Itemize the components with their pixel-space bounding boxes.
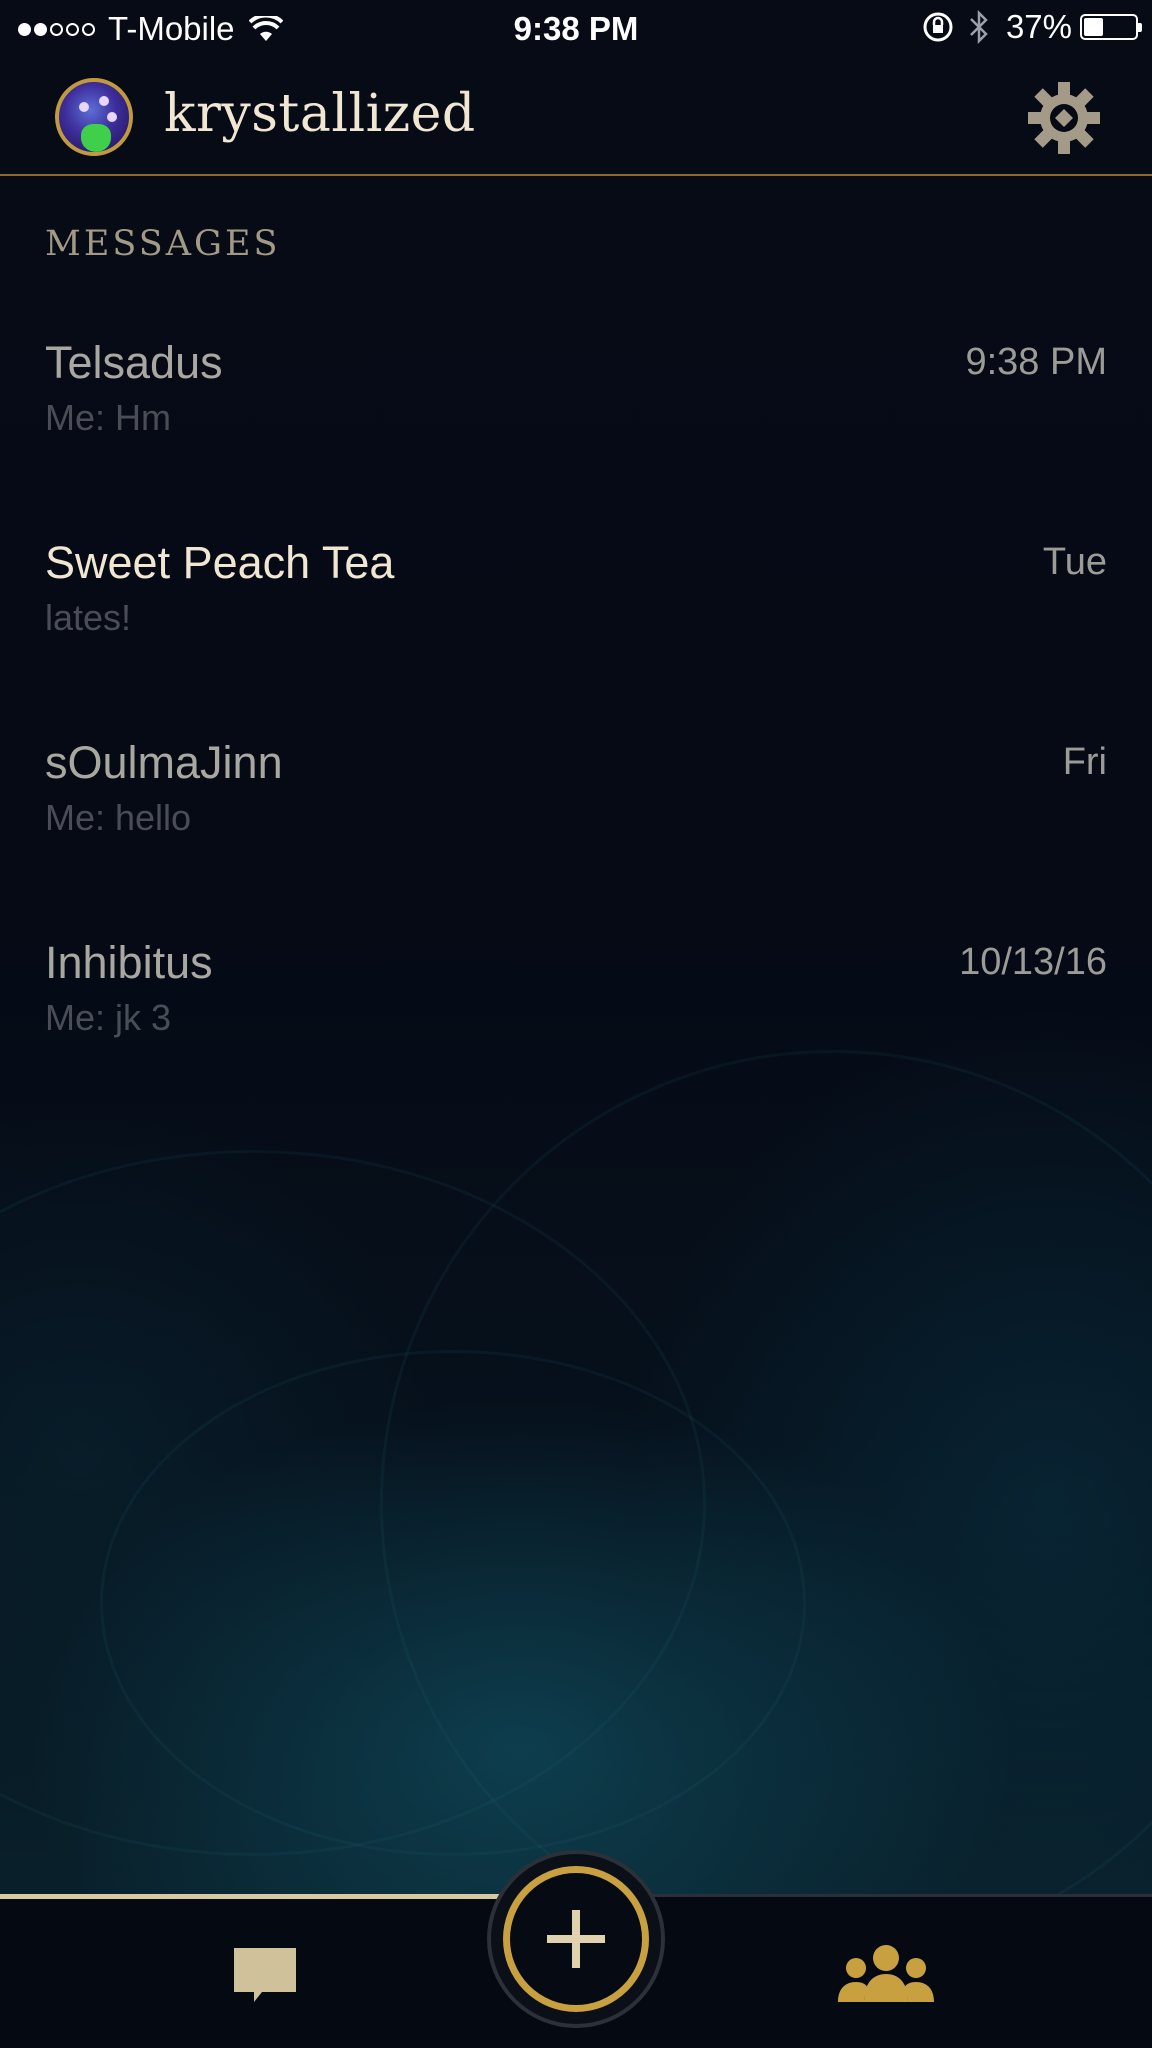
conversation-name: Sweet Peach Tea: [45, 537, 395, 588]
chat-icon[interactable]: [232, 1946, 298, 2004]
conversation-preview: Me: hello: [45, 797, 192, 838]
background-smoke: [0, 1150, 706, 1856]
conversation-item[interactable]: Inhibitus 10/13/16 Me: jk 3: [0, 937, 1152, 1127]
tab-divider: [652, 1894, 1152, 1897]
conversation-preview: lates!: [45, 597, 132, 638]
add-icon: [503, 1866, 649, 2012]
conversation-preview: Me: jk 3: [45, 997, 172, 1038]
background-smoke: [100, 1350, 806, 1856]
conversation-name: sOulmaJinn: [45, 737, 283, 788]
active-tab-indicator: [0, 1894, 500, 1899]
conversation-time: Tue: [1042, 541, 1107, 583]
friends-icon[interactable]: [836, 1944, 936, 2004]
conversation-item[interactable]: sOulmaJinn Fri Me: hello: [0, 737, 1152, 927]
battery-fill: [1084, 18, 1103, 36]
battery-percent: 37%: [1005, 8, 1072, 45]
new-message-button[interactable]: [487, 1850, 665, 2028]
app-header: krystallized: [0, 58, 1152, 176]
status-right: 37%: [922, 8, 1142, 46]
conversation-time: Fri: [1062, 741, 1107, 783]
conversation-name: Inhibitus: [45, 937, 213, 988]
conversation-name: Telsadus: [45, 337, 223, 388]
conversation-time: 10/13/16: [959, 941, 1107, 983]
battery-icon: [1080, 14, 1142, 40]
conversation-preview: Me: Hm: [45, 397, 171, 438]
conversation-item[interactable]: Telsadus 9:38 PM Me: Hm: [0, 337, 1152, 527]
status-bar: T-Mobile 9:38 PM 37%: [0, 0, 1152, 58]
bluetooth-icon: [970, 10, 988, 44]
conversation-time: 9:38 PM: [965, 341, 1107, 383]
orientation-lock-icon: [923, 12, 953, 42]
messages-section-title: MESSAGES: [45, 224, 281, 264]
settings-gear-icon[interactable]: [1026, 80, 1102, 156]
messages-screen: T-Mobile 9:38 PM 37% krystallized MESSAG…: [0, 0, 1152, 2048]
avatar[interactable]: [55, 78, 133, 156]
username: krystallized: [164, 84, 476, 144]
conversation-item[interactable]: Sweet Peach Tea Tue lates!: [0, 537, 1152, 727]
background-smoke: [380, 1050, 1152, 1956]
